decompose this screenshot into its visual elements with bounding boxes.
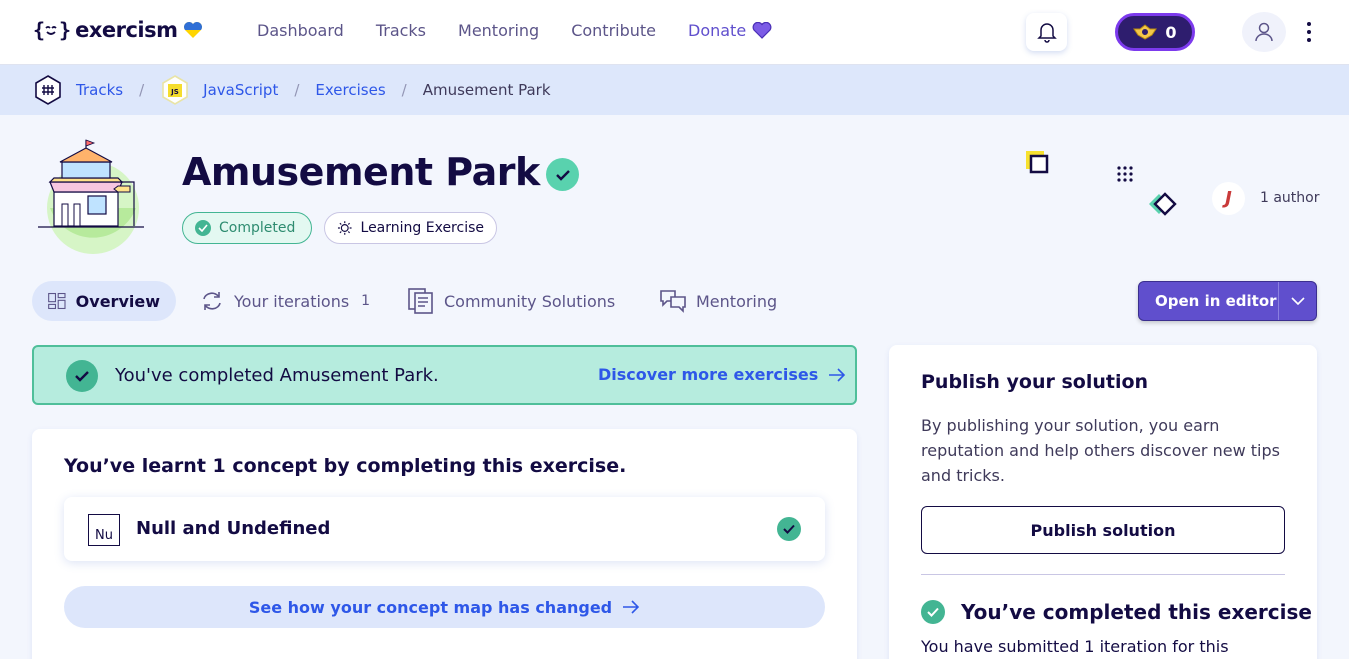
open-editor-label: Open in editor xyxy=(1155,292,1277,310)
reputation-count: 0 xyxy=(1165,22,1177,42)
concepts-card: You’ve learnt 1 concept by completing th… xyxy=(32,429,857,659)
breadcrumb-separator: / xyxy=(139,81,145,99)
arrow-right-icon xyxy=(623,600,640,614)
notifications-button[interactable] xyxy=(1026,13,1067,51)
completed-banner: You've completed Amusement Park. Discove… xyxy=(32,345,857,405)
user-avatar[interactable] xyxy=(1242,12,1286,52)
bell-icon xyxy=(1036,23,1057,43)
exercism-logo[interactable]: { } exercism xyxy=(33,18,203,42)
exercise-title: Amusement Park xyxy=(182,150,540,194)
reputation-badge-icon xyxy=(1133,24,1158,40)
amusement-park-icon xyxy=(38,139,144,254)
concepts-title: You’ve learnt 1 concept by completing th… xyxy=(64,455,627,477)
check-icon xyxy=(777,517,801,541)
tab-community-solutions[interactable]: Community Solutions xyxy=(408,281,615,321)
concept-map-label: See how your concept map has changed xyxy=(248,597,613,617)
publish-card: Publish your solution By publishing your… xyxy=(889,345,1317,659)
divider xyxy=(921,574,1285,575)
javascript-track-badge: JS xyxy=(170,88,179,96)
check-icon xyxy=(195,220,211,236)
learning-exercise-tag: Learning Exercise xyxy=(324,212,497,244)
tab-mentoring[interactable]: Mentoring xyxy=(660,281,777,321)
chevron-down-icon[interactable] xyxy=(1278,282,1316,320)
authors-count[interactable]: 1 author xyxy=(1260,190,1320,206)
tab-mentoring-label: Mentoring xyxy=(696,291,778,311)
tab-overview-label: Overview xyxy=(75,291,160,311)
diamond-icon xyxy=(1149,192,1177,216)
breadcrumb-tracks[interactable]: Tracks xyxy=(76,81,123,99)
tab-community-label: Community Solutions xyxy=(444,291,616,311)
check-icon xyxy=(66,360,98,392)
breadcrumb-bar: Tracks / JS JavaScript / Exercises / Amu… xyxy=(0,65,1349,115)
discover-more-link[interactable]: Discover more exercises xyxy=(598,365,846,384)
logo-braces-close-icon: } xyxy=(59,18,71,42)
publish-description: By publishing your solution, you earn re… xyxy=(921,416,1280,485)
title-check-icon xyxy=(546,158,579,191)
overview-icon xyxy=(48,292,66,310)
tab-iterations[interactable]: Your iterations 1 xyxy=(200,281,370,321)
completed-tag: Completed xyxy=(182,212,312,244)
logo-braces-icon: { xyxy=(33,18,45,42)
logo-face-icon xyxy=(45,26,57,35)
publish-title: Publish your solution xyxy=(921,371,1149,393)
user-icon xyxy=(1255,22,1273,42)
nav-donate[interactable]: Donate xyxy=(688,21,772,40)
concept-map-button[interactable]: See how your concept map has changed xyxy=(64,586,825,628)
iterations-icon xyxy=(203,292,221,310)
concept-name: Null and Undefined xyxy=(136,518,331,539)
author-avatar[interactable]: J xyxy=(1212,182,1245,215)
iterations-count: 1 xyxy=(361,293,371,309)
breadcrumb-separator: / xyxy=(294,81,300,99)
tracks-hex-icon xyxy=(33,74,63,106)
sticky-note-icon[interactable] xyxy=(1026,151,1052,177)
lightbulb-icon xyxy=(337,221,352,235)
breadcrumb-separator: / xyxy=(401,81,407,99)
more-menu-icon[interactable] xyxy=(1303,22,1315,42)
completed-tag-label: Completed xyxy=(219,220,296,236)
donate-label: Donate xyxy=(688,21,747,40)
discover-more-label: Discover more exercises xyxy=(598,365,819,384)
open-in-editor-button[interactable]: Open in editor xyxy=(1138,281,1317,321)
javascript-track-icon: JS xyxy=(160,74,190,106)
publish-solution-button[interactable]: Publish solution xyxy=(921,506,1285,554)
tab-overview[interactable]: Overview xyxy=(32,281,176,321)
completed-message: You've completed Amusement Park. xyxy=(115,365,439,386)
logo-text: exercism xyxy=(75,18,178,42)
tab-iterations-label: Your iterations xyxy=(234,291,350,311)
ukraine-heart-icon xyxy=(183,22,202,38)
completed-exercise-heading: You’ve completed this exercise xyxy=(921,600,1312,624)
nav-dashboard[interactable]: Dashboard xyxy=(257,21,344,40)
nav-contribute[interactable]: Contribute xyxy=(571,21,656,40)
completed-exercise-title: You’ve completed this exercise xyxy=(961,600,1312,624)
top-navigation: { } exercism Dashboard Tracks Mentoring … xyxy=(0,0,1349,65)
iterations-summary: You have submitted 1 iteration for this xyxy=(921,637,1229,656)
main-nav: Dashboard Tracks Mentoring Contribute Do… xyxy=(257,21,804,40)
community-solutions-icon xyxy=(408,288,433,314)
heart-icon xyxy=(752,22,772,39)
nav-tracks[interactable]: Tracks xyxy=(376,21,426,40)
concept-badge: Nu xyxy=(88,514,120,546)
learning-tag-label: Learning Exercise xyxy=(360,220,484,236)
check-icon xyxy=(921,600,945,624)
reputation-button[interactable]: 0 xyxy=(1115,13,1195,51)
breadcrumb-javascript[interactable]: JavaScript xyxy=(203,81,278,99)
breadcrumb-current: Amusement Park xyxy=(422,81,551,99)
grid-dots-icon[interactable] xyxy=(1116,165,1134,183)
concept-item[interactable]: Nu Null and Undefined xyxy=(64,497,825,561)
nav-mentoring[interactable]: Mentoring xyxy=(458,21,539,40)
breadcrumb-exercises[interactable]: Exercises xyxy=(315,81,385,99)
arrow-right-icon xyxy=(829,367,846,382)
mentoring-icon xyxy=(660,290,686,313)
breadcrumb: Tracks / JS JavaScript / Exercises / Amu… xyxy=(33,74,551,106)
